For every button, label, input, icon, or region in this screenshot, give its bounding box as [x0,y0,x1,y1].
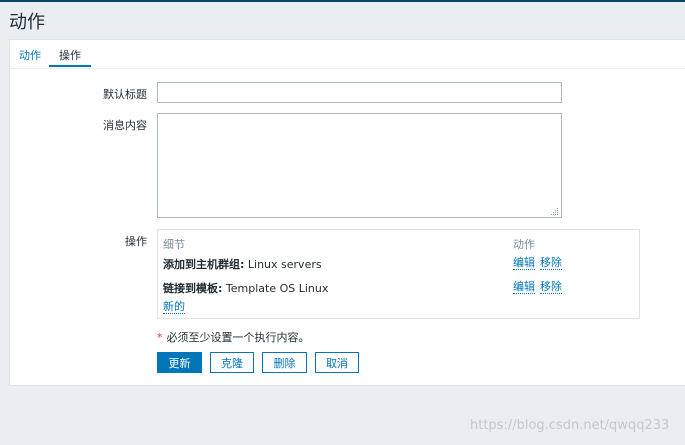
clone-button[interactable]: 克隆 [210,352,254,373]
required-note: * 必须至少设置一个执行内容。 [157,329,310,345]
column-header-details: 细节 [163,238,185,251]
remove-link[interactable]: 移除 [540,257,562,270]
operation-type: 链接到模板: [163,282,223,295]
edit-link[interactable]: 编辑 [513,257,535,270]
column-header-action: 动作 [513,238,535,251]
delete-button[interactable]: 删除 [262,352,307,373]
operation-value: Linux servers [244,258,322,271]
operations-label: 操作 [125,235,147,248]
remove-link[interactable]: 移除 [540,281,562,294]
required-asterisk: * [157,331,163,344]
operation-type: 添加到主机群组: [163,258,245,271]
update-button[interactable]: 更新 [157,352,202,373]
message-label: 消息内容 [103,119,147,132]
resize-grip-icon[interactable] [550,207,559,216]
default-subject-input[interactable] [157,82,562,103]
operation-value: Template OS Linux [222,282,329,295]
form-panel: 动作 操作 默认标题 消息内容 操作 细节 动作 添加到主机群组: Linux … [9,39,685,386]
operations-table: 细节 动作 添加到主机群组: Linux servers 编辑 移除 链接到模板… [157,229,640,319]
active-tab-indicator [49,65,91,67]
tab-action[interactable]: 动作 [19,47,41,63]
cancel-button[interactable]: 取消 [315,352,359,373]
message-textarea[interactable] [157,113,562,218]
table-row: 添加到主机群组: Linux servers [163,256,322,272]
tab-bar: 动作 操作 [10,40,685,69]
top-border [0,0,685,2]
watermark-text: https://blog.csdn.net/qwqq233 [470,418,670,433]
page-title: 动作 [9,12,45,33]
edit-link[interactable]: 编辑 [513,281,535,294]
table-row: 链接到模板: Template OS Linux [163,280,328,296]
new-operation-link[interactable]: 新的 [163,301,185,314]
required-note-text: 必须至少设置一个执行内容。 [166,331,310,344]
default-subject-label: 默认标题 [103,88,147,101]
tab-operations[interactable]: 操作 [59,47,81,63]
